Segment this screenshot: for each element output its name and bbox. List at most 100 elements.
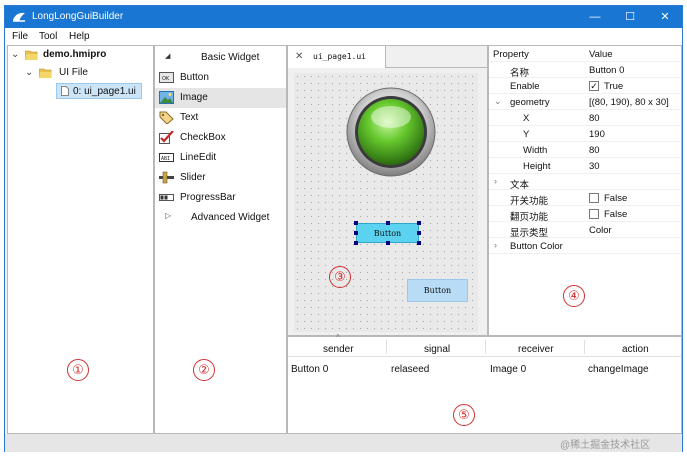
cell-receiver: Image 0 (490, 364, 527, 375)
menu-tool[interactable]: Tool (39, 31, 57, 42)
project-tree-panel: ⌄ demo.hmipro ⌄ UI File 0: ui_page1.ui ① (7, 45, 154, 434)
collapse-triangle-icon[interactable]: ◢ (165, 52, 170, 60)
property-key: 文本 (510, 180, 530, 191)
enable-checkbox[interactable]: ✓ (589, 81, 599, 91)
widget-item-image[interactable]: Image (155, 88, 286, 108)
value-column-header: Value (589, 49, 613, 60)
resize-handle[interactable] (417, 221, 421, 225)
resize-handle[interactable] (386, 241, 390, 245)
minimize-button[interactable]: — (585, 9, 605, 25)
property-key: 开关功能 (510, 196, 549, 207)
property-value[interactable]: 80 (589, 145, 600, 156)
property-row-y[interactable]: Y 190 (489, 126, 681, 142)
property-value[interactable]: 80 (589, 113, 600, 124)
widget-item-label: CheckBox (180, 132, 226, 143)
watermark: @稀土掘金技术社区 (560, 440, 651, 451)
resize-handle[interactable] (417, 231, 421, 235)
property-value[interactable]: Color (589, 225, 612, 236)
progressbar-widget-icon (159, 194, 174, 201)
widget-item-label: Slider (180, 172, 206, 183)
property-value[interactable]: Button 0 (589, 65, 624, 76)
property-header: Property Value (489, 46, 681, 62)
paging-checkbox[interactable] (589, 209, 599, 219)
chevron-right-icon[interactable]: › (494, 176, 497, 186)
signal-slot-panel: ^ sender signal receiver action Button 0… (287, 333, 682, 434)
column-header-sender[interactable]: sender (323, 344, 354, 355)
tree-item-page[interactable]: 0: ui_page1.ui (56, 83, 142, 99)
column-header-action[interactable]: action (622, 344, 649, 355)
property-key: X (523, 113, 530, 124)
property-row-height[interactable]: Height 30 (489, 158, 681, 174)
property-row-enable[interactable]: Enable ✓ True (489, 78, 681, 94)
maximize-button[interactable]: ☐ (620, 9, 640, 25)
property-value: False (604, 193, 628, 204)
resize-handle[interactable] (386, 221, 390, 225)
image-widget-icon (159, 91, 174, 104)
folder-icon (39, 68, 52, 78)
property-row-button-color[interactable]: › Button Color (489, 238, 681, 254)
design-editor-panel: ✕ ui_page1.ui Button Button ③ (287, 45, 488, 336)
property-value: False (604, 209, 628, 220)
menu-help[interactable]: Help (69, 31, 90, 42)
widget-item-text[interactable]: Text (155, 108, 286, 128)
widget-item-button[interactable]: OK Button (155, 68, 286, 88)
property-key: Y (523, 129, 530, 140)
column-header-receiver[interactable]: receiver (518, 344, 554, 355)
widget-group-advanced-label: Advanced Widget (191, 212, 270, 223)
button-label: Button (423, 286, 452, 295)
property-column-header: Property (493, 49, 529, 60)
button-widget-icon: OK (159, 72, 174, 83)
property-row-name[interactable]: 名称 Button 0 (489, 62, 681, 79)
file-icon (61, 86, 69, 96)
widget-item-label: Button (180, 72, 209, 83)
cell-sender: Button 0 (291, 364, 329, 375)
property-row-paging[interactable]: 翻页功能 False (489, 206, 681, 223)
property-key: Height (523, 161, 551, 172)
chevron-down-icon[interactable]: ⌄ (25, 67, 33, 78)
svg-text:ABI: ABI (161, 156, 170, 162)
selected-button-widget[interactable]: Button (356, 223, 419, 243)
property-row-geometry[interactable]: ⌄ geometry [(80, 190), 80 x 30] (489, 94, 681, 110)
widget-item-lineedit[interactable]: ABI LineEdit (155, 148, 286, 168)
switch-checkbox[interactable] (589, 193, 599, 203)
design-canvas[interactable]: Button Button ③ (294, 73, 478, 332)
image-widget-green-light[interactable] (346, 87, 436, 177)
widget-item-checkbox[interactable]: CheckBox (155, 128, 286, 148)
resize-handle[interactable] (354, 221, 358, 225)
chevron-down-icon[interactable]: ⌄ (494, 96, 502, 107)
button-widget[interactable]: Button (407, 279, 468, 302)
widget-box-panel: ◢ Basic Widget OK Button Image Text Chec… (154, 45, 287, 434)
cell-signal: relaseed (391, 364, 430, 375)
annotation-marker-5: ⑤ (453, 404, 475, 426)
annotation-marker-3: ③ (329, 266, 351, 288)
menu-file[interactable]: File (12, 31, 28, 42)
property-row-display-type[interactable]: 显示类型 Color (489, 222, 681, 239)
widget-group-basic[interactable]: ◢ Basic Widget (155, 48, 286, 68)
chevron-down-icon[interactable]: ⌄ (11, 49, 19, 60)
tree-root-label: demo.hmipro (43, 49, 107, 60)
property-row-width[interactable]: Width 80 (489, 142, 681, 158)
column-header-signal[interactable]: signal (424, 344, 450, 355)
widget-item-label: ProgressBar (180, 192, 236, 203)
widget-group-advanced[interactable]: ▷ Advanced Widget (155, 208, 286, 228)
chevron-right-icon[interactable]: › (494, 240, 497, 250)
property-key: Button Color (510, 241, 563, 252)
property-row-switch[interactable]: 开关功能 False (489, 190, 681, 207)
property-value[interactable]: 30 (589, 161, 600, 172)
property-row-x[interactable]: X 80 (489, 110, 681, 126)
lineedit-widget-icon: ABI (159, 153, 174, 162)
tab-close-icon[interactable]: ✕ (295, 51, 303, 62)
editor-tab-bar: ✕ ui_page1.ui (288, 46, 487, 68)
tab-ui-page1[interactable]: ✕ ui_page1.ui (288, 46, 386, 68)
app-window: LongLongGuiBuilder — ☐ ✕ File Tool Help … (4, 5, 683, 452)
property-row-text[interactable]: › 文本 (489, 174, 681, 191)
close-button[interactable]: ✕ (655, 9, 675, 25)
widget-item-slider[interactable]: Slider (155, 168, 286, 188)
resize-handle[interactable] (354, 231, 358, 235)
resize-handle[interactable] (417, 241, 421, 245)
widget-item-progressbar[interactable]: ProgressBar (155, 188, 286, 208)
resize-handle[interactable] (354, 241, 358, 245)
property-value[interactable]: 190 (589, 129, 605, 140)
expand-triangle-icon[interactable]: ▷ (165, 211, 171, 220)
widget-item-label: LineEdit (180, 152, 217, 163)
